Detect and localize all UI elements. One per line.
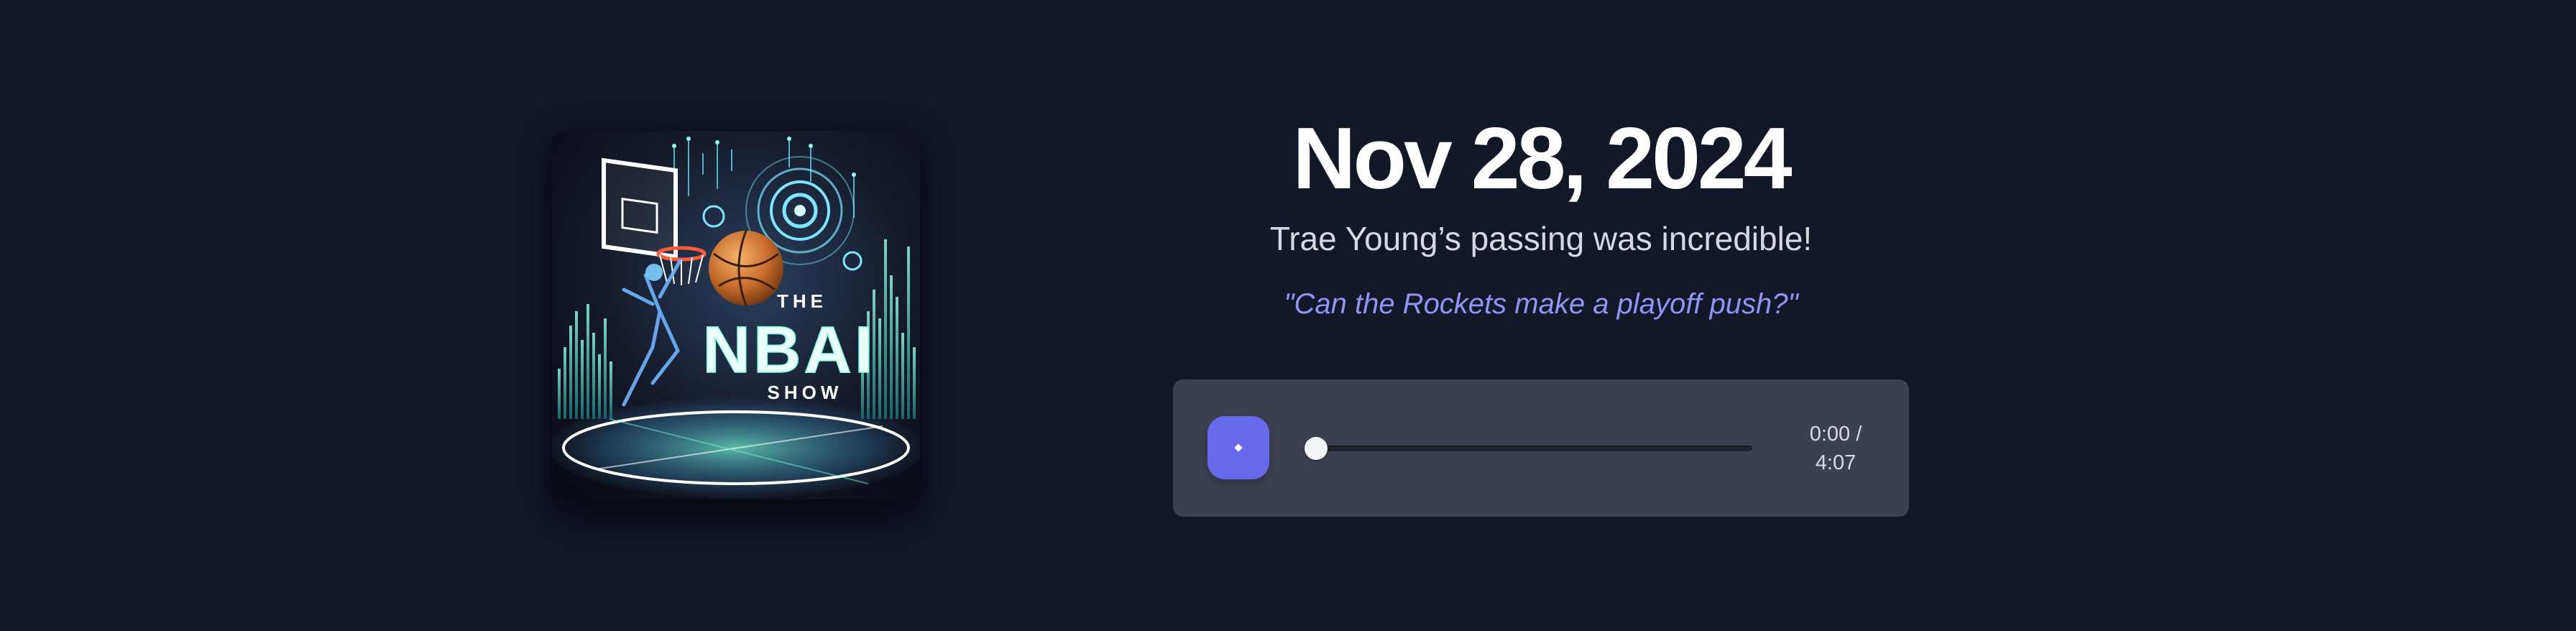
episode-question: "Can the Rockets make a playoff push?" xyxy=(1284,288,1798,320)
play-icon xyxy=(1234,443,1243,452)
album-cover: THE NBAI SHOW xyxy=(552,132,920,499)
duration: 4:07 xyxy=(1815,451,1857,474)
cover-title-nbai: NBAI xyxy=(703,313,876,387)
episode-info: Nov 28, 2024 Trae Young’s passing was in… xyxy=(1173,108,1909,322)
time-display: 0:00 / 4:07 xyxy=(1793,420,1879,477)
album-cover-art: THE NBAI SHOW xyxy=(552,132,920,499)
episode-headline: Trae Young’s passing was incredible! xyxy=(1269,220,1813,257)
cover-title-show: SHOW xyxy=(768,382,843,403)
episode-date: Nov 28, 2024 xyxy=(1292,109,1792,207)
progress-handle[interactable] xyxy=(1305,437,1328,460)
progress-track[interactable] xyxy=(1307,446,1752,451)
current-time: 0:00 / xyxy=(1809,423,1862,446)
page: THE NBAI SHOW Nov 28, 2024 Trae Young’s … xyxy=(0,0,2576,631)
play-button[interactable] xyxy=(1208,416,1269,479)
cover-title-the: THE xyxy=(777,290,827,312)
audio-player: 0:00 / 4:07 xyxy=(1173,379,1909,517)
